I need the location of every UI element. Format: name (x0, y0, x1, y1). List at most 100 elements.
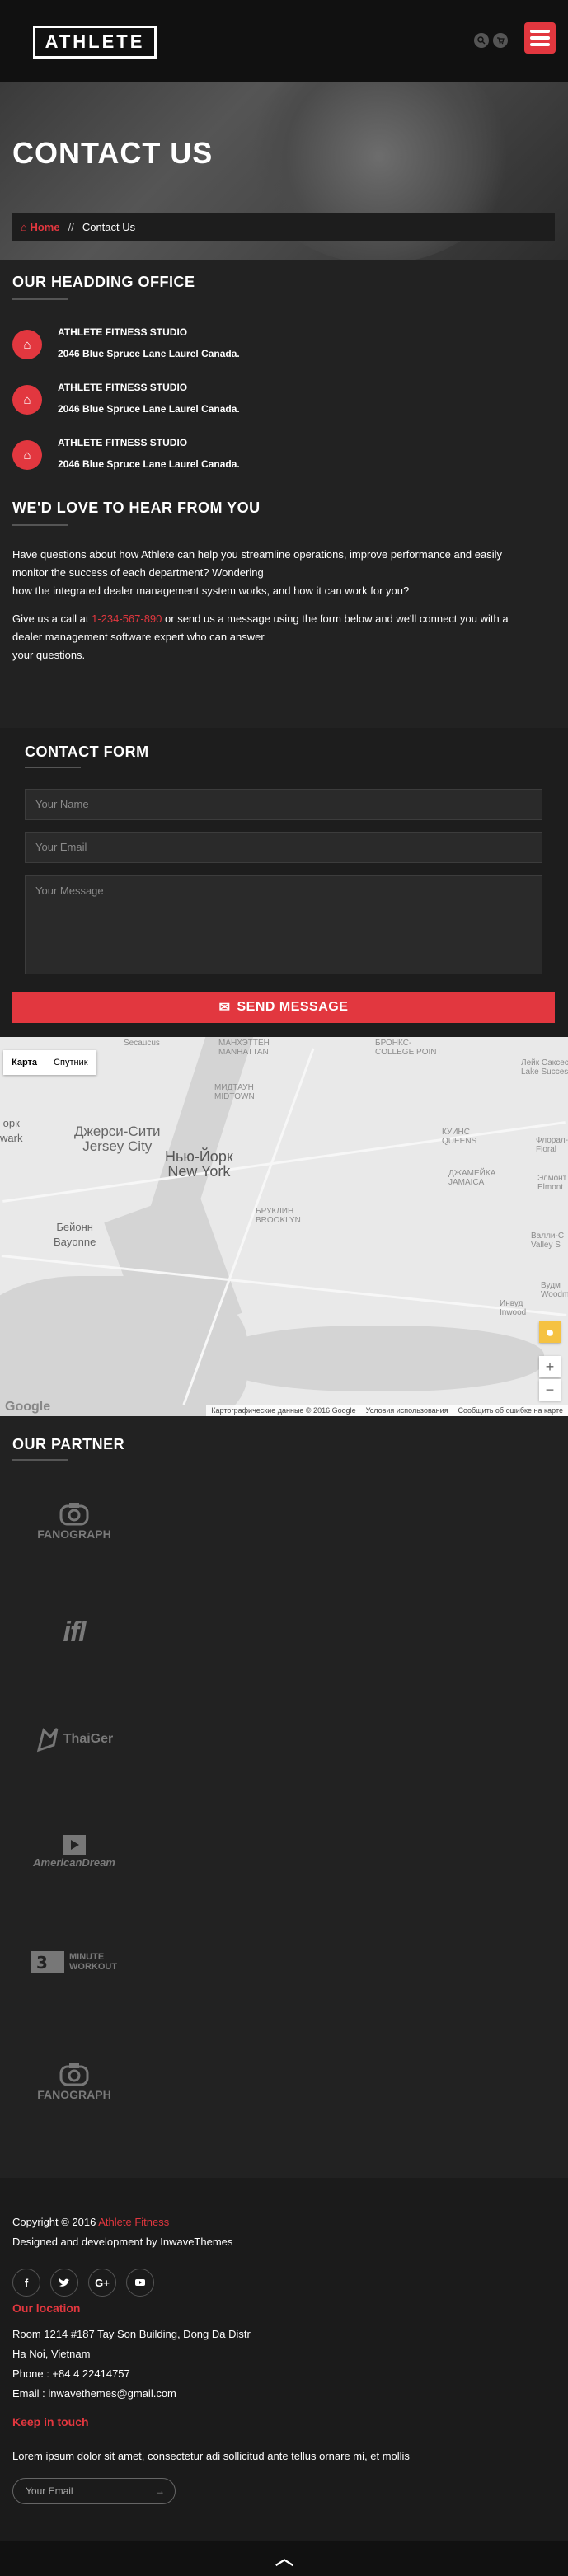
intro-paragraph: Have questions about how Athlete can hel… (12, 546, 548, 600)
call-line: Give us a call at 1-234-567-890 or send … (12, 610, 548, 628)
send-message-button[interactable]: ✉ SEND MESSAGE (12, 992, 555, 1023)
map-footer: Картографические данные © 2016 Google Ус… (206, 1405, 568, 1416)
home-icon[interactable]: ⌂ (21, 221, 30, 233)
heading-underline (12, 298, 68, 300)
street-view-pegman-icon[interactable]: ● (539, 1321, 561, 1343)
partner-name: MINUTE WORKOUT (69, 1952, 118, 1972)
google-logo: Google (5, 1400, 51, 1414)
address-line: Room 1214 #187 Tay Son Building, Dong Da… (12, 2328, 251, 2340)
map-label: Инвуд Inwood (500, 1299, 527, 1317)
zoom-out-button[interactable]: − (539, 1379, 561, 1401)
call-line: dealer management software expert who ca… (12, 631, 265, 643)
call-text: Give us a call at (12, 612, 92, 625)
hamburger-icon[interactable] (524, 22, 556, 54)
map-label: БРУКЛИН BROOKLYN (256, 1207, 301, 1225)
runner-icon: 3 (31, 1951, 64, 1973)
intro-line: Have questions about how Athlete can hel… (12, 548, 503, 561)
play-icon (63, 1834, 86, 1855)
breadcrumb-separator: // (68, 220, 74, 233)
map-label: Флорал- Floral (536, 1136, 568, 1154)
map-city-label: Джерси-Сити Jersey City (74, 1124, 161, 1154)
map-label: МИДТАУН MIDTOWN (214, 1083, 255, 1101)
map-label: Вудм Woodm (541, 1281, 568, 1299)
phone-link[interactable]: 1-234-567-890 (92, 612, 162, 625)
search-icon[interactable] (474, 33, 489, 48)
tiger-icon (36, 1728, 59, 1753)
footer-email[interactable]: Email : inwavethemes@gmail.com (12, 2387, 176, 2400)
zoom-in-button[interactable]: + (539, 1356, 561, 1377)
breadcrumb-current: Contact Us (82, 220, 136, 233)
camera-icon (59, 2063, 89, 2086)
partner-logo[interactable]: FANOGRAPH (25, 1492, 124, 1550)
arrow-right-icon[interactable]: → (155, 2485, 165, 2497)
contact-form-heading: CONTACT FORM (25, 744, 149, 760)
partner-name: FANOGRAPH (37, 1527, 111, 1541)
map-terms-link[interactable]: Условия использования (366, 1406, 448, 1415)
cart-icon[interactable] (493, 33, 508, 48)
twitter-icon[interactable] (50, 2269, 78, 2297)
map-city-label: Нью-Йорк New York (165, 1148, 233, 1180)
map-label: КУИНС QUEENS (442, 1128, 477, 1146)
name-input[interactable]: Your Name (25, 789, 542, 820)
google-map[interactable]: Карта Спутник Secaucus МАНХЭТТЕН MANHATT… (0, 1037, 568, 1416)
partner-logo[interactable]: ThaiGer (25, 1710, 124, 1768)
office-address: 2046 Blue Spruce Lane Laurel Canada. (58, 348, 240, 359)
partner-name: AmericanDream (33, 1856, 115, 1869)
keep-in-touch-text: Lorem ipsum dolor sit amet, consectetur … (12, 2450, 410, 2462)
office-item: ⌂ ATHLETE FITNESS STUDIO 2046 Blue Spruc… (12, 377, 540, 426)
top-navbar: ATHLETE (0, 0, 568, 82)
map-report-link[interactable]: Сообщить об ошибке на карте (458, 1406, 563, 1415)
office-item: ⌂ ATHLETE FITNESS STUDIO 2046 Blue Spruc… (12, 321, 540, 371)
facebook-icon[interactable]: f (12, 2269, 40, 2297)
map-label: Элмонт Elmont (537, 1174, 567, 1192)
office-name: ATHLETE FITNESS STUDIO (58, 437, 188, 448)
home-icon: ⌂ (12, 330, 42, 359)
map-label: МАНХЭТТЕН MANHATTAN (218, 1039, 270, 1057)
partner-logo[interactable]: 3 MINUTE WORKOUT (25, 1933, 124, 1991)
map-label: Secaucus (124, 1039, 160, 1048)
office-address: 2046 Blue Spruce Lane Laurel Canada. (58, 458, 240, 470)
partner-name: FANOGRAPH (37, 2088, 111, 2101)
copyright: Copyright © 2016 Athlete Fitness (12, 2216, 169, 2228)
designed-by: Designed and development by InwaveThemes (12, 2236, 233, 2248)
partner-name: ifl (63, 1616, 86, 1648)
map-type-map[interactable]: Карта (3, 1050, 45, 1075)
map-label: БРОНКС- COLLEGE POINT (375, 1039, 442, 1057)
partner-logo[interactable]: FANOGRAPH (25, 2053, 124, 2110)
newsletter-placeholder: Your Email (26, 2485, 73, 2497)
map-label: ДЖАМЕЙКА JAMAICA (448, 1169, 496, 1187)
map-type-control[interactable]: Карта Спутник (3, 1050, 96, 1075)
site-logo[interactable]: ATHLETE (33, 26, 157, 59)
office-item: ⌂ ATHLETE FITNESS STUDIO 2046 Blue Spruc… (12, 432, 540, 481)
send-message-label: SEND MESSAGE (237, 1000, 349, 1014)
message-textarea[interactable]: Your Message (25, 875, 542, 974)
partner-name: ThaiGer (63, 1732, 114, 1746)
map-city-label: Бейонн Bayonne (54, 1221, 96, 1248)
call-text: or send us a message using the form belo… (162, 612, 509, 625)
map-water (214, 1326, 544, 1391)
map-type-satellite[interactable]: Спутник (45, 1050, 96, 1075)
call-paragraph: Give us a call at 1-234-567-890 or send … (12, 610, 548, 664)
email-input[interactable]: Your Email (25, 832, 542, 863)
heading-underline (12, 524, 68, 526)
partner-logo[interactable]: AmericanDream (25, 1822, 124, 1879)
map-label: Валли-С Valley S (531, 1232, 565, 1250)
google-plus-icon[interactable]: G+ (88, 2269, 116, 2297)
brand-link[interactable]: Athlete Fitness (98, 2216, 169, 2228)
youtube-icon[interactable] (126, 2269, 154, 2297)
breadcrumb: ⌂ Home // Contact Us (12, 213, 555, 241)
envelope-icon: ✉ (218, 1001, 231, 1015)
partner-logo[interactable]: ifl (25, 1603, 124, 1661)
map-label: Лейк Саксесс Lake Success (521, 1058, 568, 1077)
address-line: Ha Noi, Vietnam (12, 2348, 91, 2360)
newsletter-email-input[interactable]: Your Email → (12, 2478, 176, 2504)
heading-underline (25, 767, 81, 768)
breadcrumb-home-link[interactable]: Home (30, 221, 59, 233)
partner-heading: OUR PARTNER (12, 1436, 125, 1452)
svg-text:3: 3 (36, 1953, 48, 1973)
location-heading: Our location (12, 2302, 81, 2315)
footer-phone: Phone : +84 4 22414757 (12, 2367, 130, 2380)
copyright-text: Copyright © 2016 (12, 2216, 99, 2228)
back-to-top-icon[interactable]: ︿ (275, 2550, 293, 2568)
map-data-credit: Картографические данные © 2016 Google (211, 1406, 356, 1415)
